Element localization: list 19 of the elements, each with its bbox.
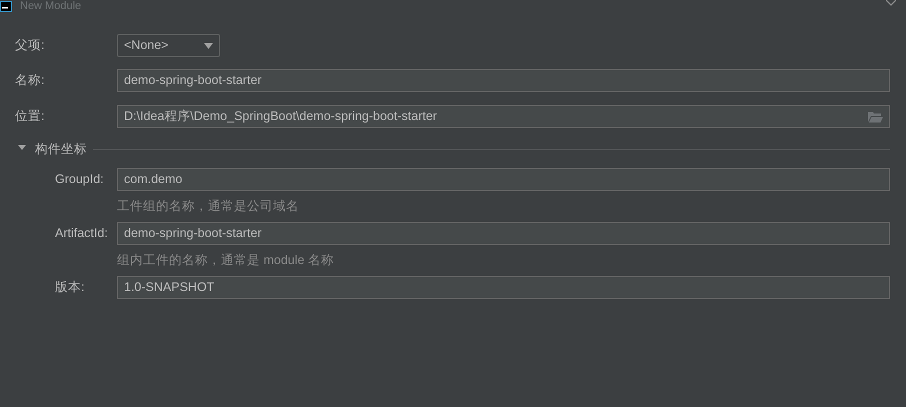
dropdown[interactable]: <None>	[117, 34, 220, 57]
hint-text: 组内工件的名称，通常是 module 名称	[117, 252, 334, 269]
field-label: 父项:	[15, 37, 46, 54]
field-label: ArtifactId:	[54, 225, 109, 242]
field-label: GroupId:	[54, 171, 105, 188]
field-label: 位置:	[15, 108, 46, 126]
field-label: 版本:	[54, 279, 86, 296]
field-label: 名称:	[15, 72, 46, 90]
text-field[interactable]: demo-spring-boot-starter	[117, 222, 890, 245]
section-title: 构件坐标	[35, 140, 87, 158]
text-field[interactable]: demo-spring-boot-starter	[117, 69, 890, 92]
close-icon[interactable]	[886, 0, 896, 6]
hint-text: 工件组的名称，通常是公司域名	[117, 198, 299, 215]
app-icon	[0, 0, 12, 12]
text-field[interactable]: 1.0-SNAPSHOT	[117, 276, 890, 299]
caret-icon	[204, 42, 213, 48]
folder-icon[interactable]	[868, 110, 883, 122]
text-field[interactable]: D:\Idea程序\Demo_SpringBoot\demo-spring-boot-starter	[117, 105, 890, 128]
text-field[interactable]: com.demo	[117, 168, 890, 191]
